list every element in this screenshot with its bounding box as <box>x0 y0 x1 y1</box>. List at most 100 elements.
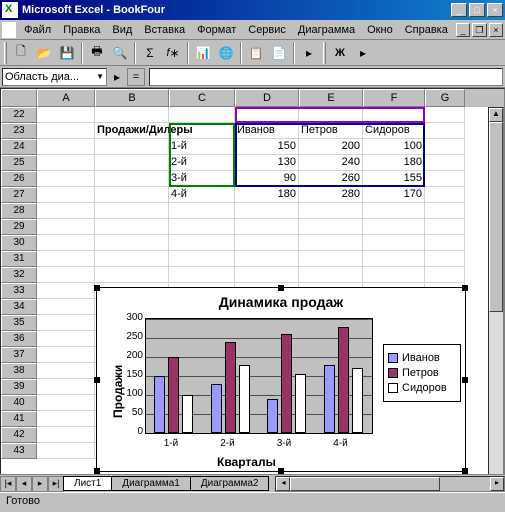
cell[interactable] <box>37 235 95 251</box>
cell[interactable] <box>425 219 465 235</box>
cell[interactable] <box>37 315 95 331</box>
sheet-tab[interactable]: Диаграмма2 <box>190 476 270 491</box>
name-box-dropdown-icon[interactable]: ▼ <box>96 72 104 81</box>
scroll-left-button[interactable]: ◂ <box>276 477 290 491</box>
cell[interactable] <box>425 203 465 219</box>
copy-button[interactable]: 📋 <box>245 42 267 64</box>
col-header[interactable]: F <box>363 89 425 107</box>
cell[interactable] <box>37 363 95 379</box>
col-header[interactable]: C <box>169 89 235 107</box>
cell[interactable] <box>363 267 425 283</box>
cell[interactable]: 90 <box>235 171 299 187</box>
cell[interactable] <box>425 123 465 139</box>
cell[interactable] <box>169 267 235 283</box>
vertical-scrollbar[interactable]: ▲ ▼ <box>488 107 504 491</box>
preview-button[interactable]: 🔍 <box>109 42 131 64</box>
cell[interactable] <box>37 267 95 283</box>
row-header[interactable]: 43 <box>1 443 37 459</box>
row-header[interactable]: 39 <box>1 379 37 395</box>
paste-button[interactable]: 📄 <box>268 42 290 64</box>
cell[interactable] <box>37 347 95 363</box>
cell[interactable] <box>235 107 299 123</box>
formula-equals-button[interactable]: = <box>127 68 145 86</box>
function-button[interactable]: f∗ <box>162 42 184 64</box>
cell[interactable] <box>299 219 363 235</box>
cell[interactable] <box>425 187 465 203</box>
cell[interactable] <box>169 219 235 235</box>
cell[interactable] <box>425 107 465 123</box>
cell[interactable]: Петров <box>299 123 363 139</box>
cell[interactable]: 240 <box>299 155 363 171</box>
cell[interactable] <box>37 283 95 299</box>
chart-bar[interactable] <box>338 327 349 433</box>
cell[interactable] <box>37 139 95 155</box>
cell[interactable]: 155 <box>363 171 425 187</box>
col-header[interactable]: A <box>37 89 95 107</box>
chart-plot-area[interactable] <box>145 318 373 434</box>
row-header[interactable]: 25 <box>1 155 37 171</box>
more-button[interactable]: ▸ <box>298 42 320 64</box>
cell[interactable] <box>169 203 235 219</box>
chart-bar[interactable] <box>211 384 222 433</box>
cell[interactable] <box>95 107 169 123</box>
chart-bar[interactable] <box>239 365 250 433</box>
child-close-button[interactable]: × <box>489 23 503 37</box>
chart-legend[interactable]: ИвановПетровСидоров <box>383 344 461 402</box>
cell[interactable] <box>363 251 425 267</box>
row-header[interactable]: 24 <box>1 139 37 155</box>
chart-bar[interactable] <box>281 334 292 433</box>
cell[interactable]: Сидоров <box>363 123 425 139</box>
cell[interactable] <box>235 251 299 267</box>
legend-item[interactable]: Петров <box>388 367 456 379</box>
select-all-corner[interactable] <box>1 89 37 107</box>
save-button[interactable]: 💾 <box>56 42 78 64</box>
cell[interactable] <box>299 203 363 219</box>
chart-button[interactable]: 📊 <box>192 42 214 64</box>
cell[interactable]: 150 <box>235 139 299 155</box>
sheet-tab[interactable]: Диаграмма1 <box>111 476 191 491</box>
cell[interactable] <box>95 219 169 235</box>
chart-bar[interactable] <box>324 365 335 433</box>
map-button[interactable]: 🌐 <box>215 42 237 64</box>
tab-last-button[interactable]: ▸| <box>48 476 64 492</box>
cell[interactable] <box>37 155 95 171</box>
col-header[interactable]: G <box>425 89 465 107</box>
tab-next-button[interactable]: ▸ <box>32 476 48 492</box>
formula-more-button[interactable]: ▸ <box>109 68 125 86</box>
row-header[interactable]: 28 <box>1 203 37 219</box>
chart-title[interactable]: Динамика продаж <box>97 288 465 312</box>
tab-prev-button[interactable]: ◂ <box>16 476 32 492</box>
chart-bar[interactable] <box>154 376 165 433</box>
cell[interactable] <box>363 203 425 219</box>
cell[interactable] <box>425 171 465 187</box>
formula-input[interactable] <box>149 68 503 86</box>
cell[interactable]: 130 <box>235 155 299 171</box>
row-header[interactable]: 41 <box>1 411 37 427</box>
chart-bar[interactable] <box>168 357 179 433</box>
cell[interactable] <box>37 395 95 411</box>
maximize-button[interactable]: □ <box>469 3 485 17</box>
worksheet[interactable]: A B C D E F G 2223Продажи/ДилерыИвановПе… <box>0 88 505 492</box>
child-minimize-button[interactable]: _ <box>456 23 470 37</box>
legend-item[interactable]: Иванов <box>388 352 456 364</box>
cell[interactable] <box>95 187 169 203</box>
cell[interactable] <box>37 123 95 139</box>
col-header[interactable]: B <box>95 89 169 107</box>
row-header[interactable]: 32 <box>1 267 37 283</box>
menu-view[interactable]: Вид <box>106 22 138 38</box>
scroll-up-button[interactable]: ▲ <box>489 108 503 122</box>
row-header[interactable]: 37 <box>1 347 37 363</box>
row-header[interactable]: 23 <box>1 123 37 139</box>
menu-window[interactable]: Окно <box>361 22 399 38</box>
name-box[interactable]: Область диа... ▼ <box>2 68 107 86</box>
chart-bar[interactable] <box>182 395 193 433</box>
cell[interactable] <box>299 267 363 283</box>
cell[interactable] <box>169 107 235 123</box>
chart-xlabel[interactable]: Кварталы <box>217 455 276 469</box>
cell[interactable]: 260 <box>299 171 363 187</box>
cell[interactable] <box>169 235 235 251</box>
cell[interactable] <box>425 139 465 155</box>
cell[interactable] <box>299 107 363 123</box>
cell[interactable]: 180 <box>235 187 299 203</box>
cell[interactable] <box>363 219 425 235</box>
